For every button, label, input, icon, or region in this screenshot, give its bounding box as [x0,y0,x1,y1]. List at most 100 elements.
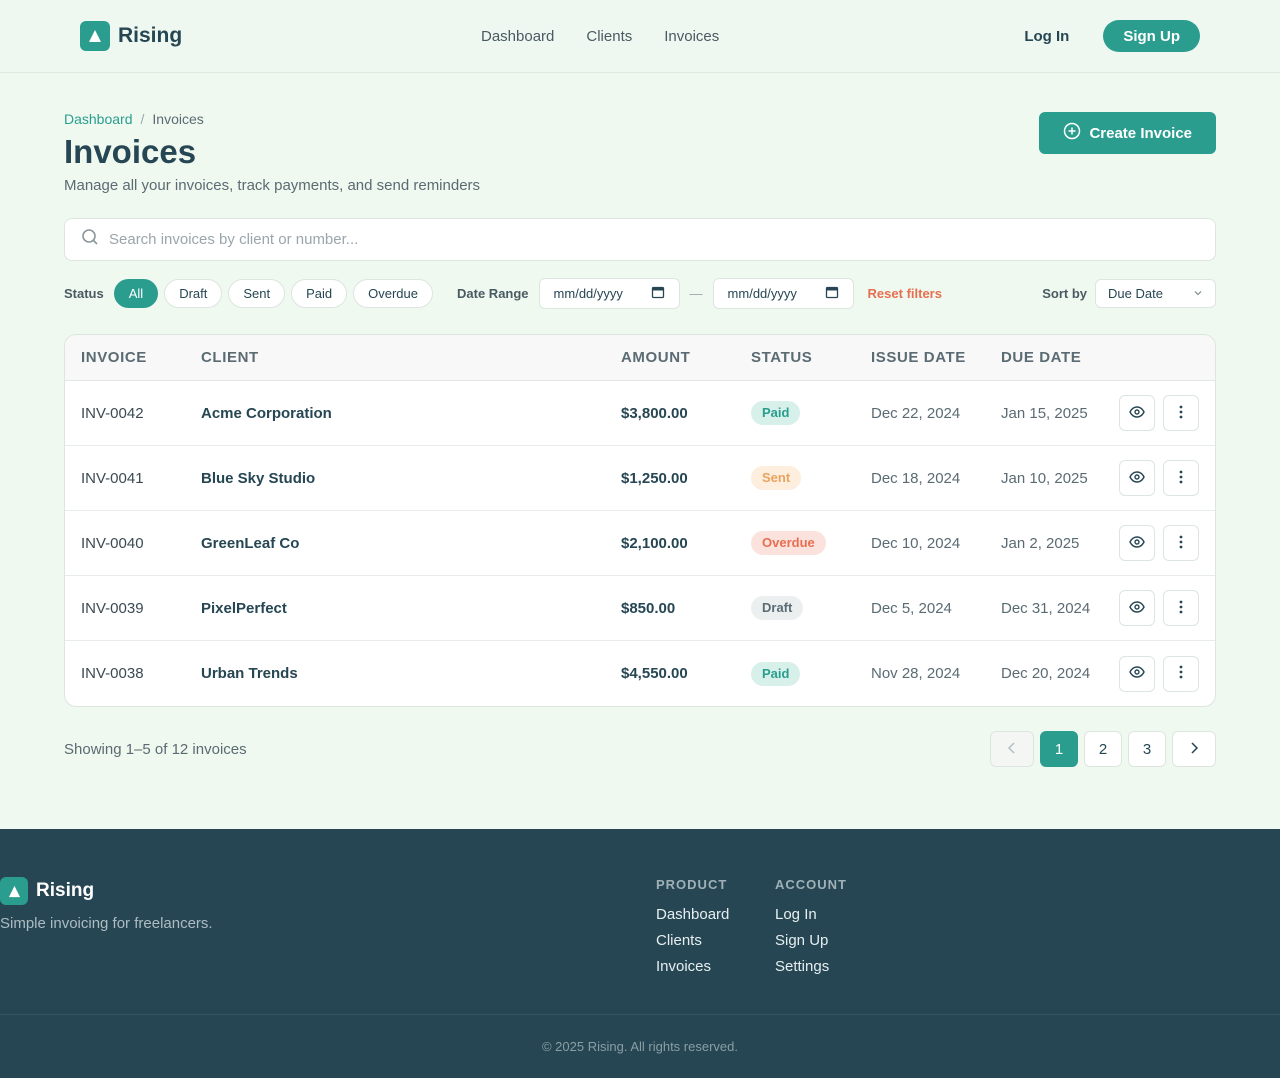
table-row[interactable]: INV-0039 PixelPerfect $850.00 Draft Dec … [65,576,1215,641]
table-row[interactable]: INV-0041 Blue Sky Studio $1,250.00 Sent … [65,446,1215,511]
footer-account-heading: ACCOUNT [775,877,847,892]
status-chips: All Draft Sent Paid Overdue [113,279,434,308]
view-button[interactable] [1119,590,1155,626]
invoice-amount: $3,800.00 [621,404,688,422]
breadcrumb-dashboard[interactable]: Dashboard [64,111,133,127]
client-name: GreenLeaf Co [201,534,300,552]
footer-link-clients[interactable]: Clients [656,932,729,949]
col-invoice[interactable]: INVOICE [65,349,201,366]
status-filter-label: Status [64,286,104,301]
page-button-3[interactable]: 3 [1128,731,1166,767]
invoice-number[interactable]: INV-0041 [65,470,201,487]
sort-control: Sort by Due Date [1042,279,1216,308]
eye-icon [1129,664,1145,683]
issue-date: Nov 28, 2024 [871,665,961,682]
due-date: Jan 2, 2025 [1001,534,1080,552]
prev-page-button[interactable] [990,731,1034,767]
next-page-button[interactable] [1172,731,1216,767]
due-date: Dec 31, 2024 [1001,599,1091,617]
more-vertical-icon [1179,535,1183,552]
date-from-input[interactable]: mm/dd/yyyy [538,278,680,309]
status-badge: Paid [751,401,801,425]
status-chip-paid[interactable]: Paid [291,279,348,308]
col-issue-date[interactable]: ISSUE DATE [871,349,1001,366]
table-row[interactable]: INV-0040 GreenLeaf Co $2,100.00 Overdue … [65,511,1215,576]
eye-icon [1129,469,1145,488]
date-to-value: mm/dd/yyyy [727,286,797,301]
nav-invoices[interactable]: Invoices [664,28,719,45]
invoice-number[interactable]: INV-0042 [65,405,201,422]
footer-link-signup[interactable]: Sign Up [775,932,847,949]
col-status[interactable]: STATUS [751,349,871,366]
site-footer: Rising Simple invoicing for freelancers.… [0,829,1280,1078]
footer-brand-name: Rising [36,880,95,901]
status-cell: Paid [751,401,871,425]
view-button[interactable] [1119,460,1155,496]
col-due-date[interactable]: DUE DATE [1001,349,1119,366]
breadcrumb-separator: / [140,111,145,127]
plus-circle-icon [1063,122,1081,144]
nav-dashboard[interactable]: Dashboard [481,28,554,45]
footer-link-login[interactable]: Log In [775,906,847,923]
footer-brand: Rising Simple invoicing for freelancers. [0,877,213,932]
footer-link-invoices[interactable]: Invoices [656,958,729,975]
footer-product-column: PRODUCT Dashboard Clients Invoices [656,877,729,984]
more-button[interactable] [1163,655,1199,692]
status-badge: Paid [751,661,801,686]
more-button[interactable] [1163,525,1199,561]
eye-icon [1129,404,1145,423]
invoice-number[interactable]: INV-0040 [65,535,201,552]
invoice-number[interactable]: INV-0038 [65,665,201,682]
nav-clients[interactable]: Clients [586,28,632,45]
status-chip-all[interactable]: All [113,279,159,308]
view-button[interactable] [1119,395,1155,431]
issue-date: Dec 22, 2024 [871,404,961,422]
status-cell: Draft [751,596,871,620]
calendar-icon [651,285,665,302]
date-range-filter: Date Range mm/dd/yyyy — mm/dd/yyyy [457,278,854,309]
status-cell: Sent [751,466,871,490]
footer-divider [0,1014,1280,1015]
more-button[interactable] [1163,395,1199,431]
footer-logo[interactable]: Rising [0,877,213,905]
date-to-input[interactable]: mm/dd/yyyy [712,278,854,309]
col-amount[interactable]: AMOUNT [621,349,751,366]
view-button[interactable] [1119,655,1155,692]
copyright: © 2025 Rising. All rights reserved. [541,1039,738,1054]
footer-link-dashboard[interactable]: Dashboard [656,906,729,923]
status-chip-sent[interactable]: Sent [228,279,286,308]
brand-logo[interactable]: Rising [80,21,182,51]
status-chip-draft[interactable]: Draft [164,279,223,308]
table-row[interactable]: INV-0038 Urban Trends $4,550.00 Paid Nov… [65,641,1215,706]
invoice-amount: $2,100.00 [621,534,688,552]
table-row[interactable]: INV-0042 Acme Corporation $3,800.00 Paid… [65,381,1215,446]
status-badge: Overdue [751,531,826,555]
row-actions [1119,525,1199,561]
reset-filters-button[interactable]: Reset filters [868,286,942,301]
date-range-label: Date Range [457,286,529,301]
pagination: 1 2 3 [990,731,1216,767]
col-client[interactable]: CLIENT [201,349,621,366]
chevron-left-icon [1007,741,1017,758]
view-button[interactable] [1119,525,1155,561]
more-button[interactable] [1163,590,1199,626]
invoice-number[interactable]: INV-0039 [65,600,201,617]
breadcrumb-current: Invoices [152,111,204,127]
status-chip-overdue[interactable]: Overdue [353,279,434,308]
footer-link-settings[interactable]: Settings [775,958,847,975]
more-button[interactable] [1163,460,1199,496]
sort-select[interactable]: Due Date [1095,279,1216,308]
more-vertical-icon [1179,600,1183,617]
client-name: PixelPerfect [201,599,287,617]
date-from-value: mm/dd/yyyy [553,286,623,301]
login-button[interactable]: Log In [1014,22,1079,51]
date-range-separator: — [689,286,703,301]
search-bar [64,218,1216,261]
sort-value: Due Date [1108,286,1163,301]
page-button-1[interactable]: 1 [1040,731,1078,767]
page-button-2[interactable]: 2 [1084,731,1122,767]
search-input[interactable] [109,231,1199,248]
signup-button[interactable]: Sign Up [1103,20,1200,52]
filter-bar: Status All Draft Sent Paid Overdue Date … [64,278,1216,309]
create-invoice-button[interactable]: Create Invoice [1039,112,1216,154]
